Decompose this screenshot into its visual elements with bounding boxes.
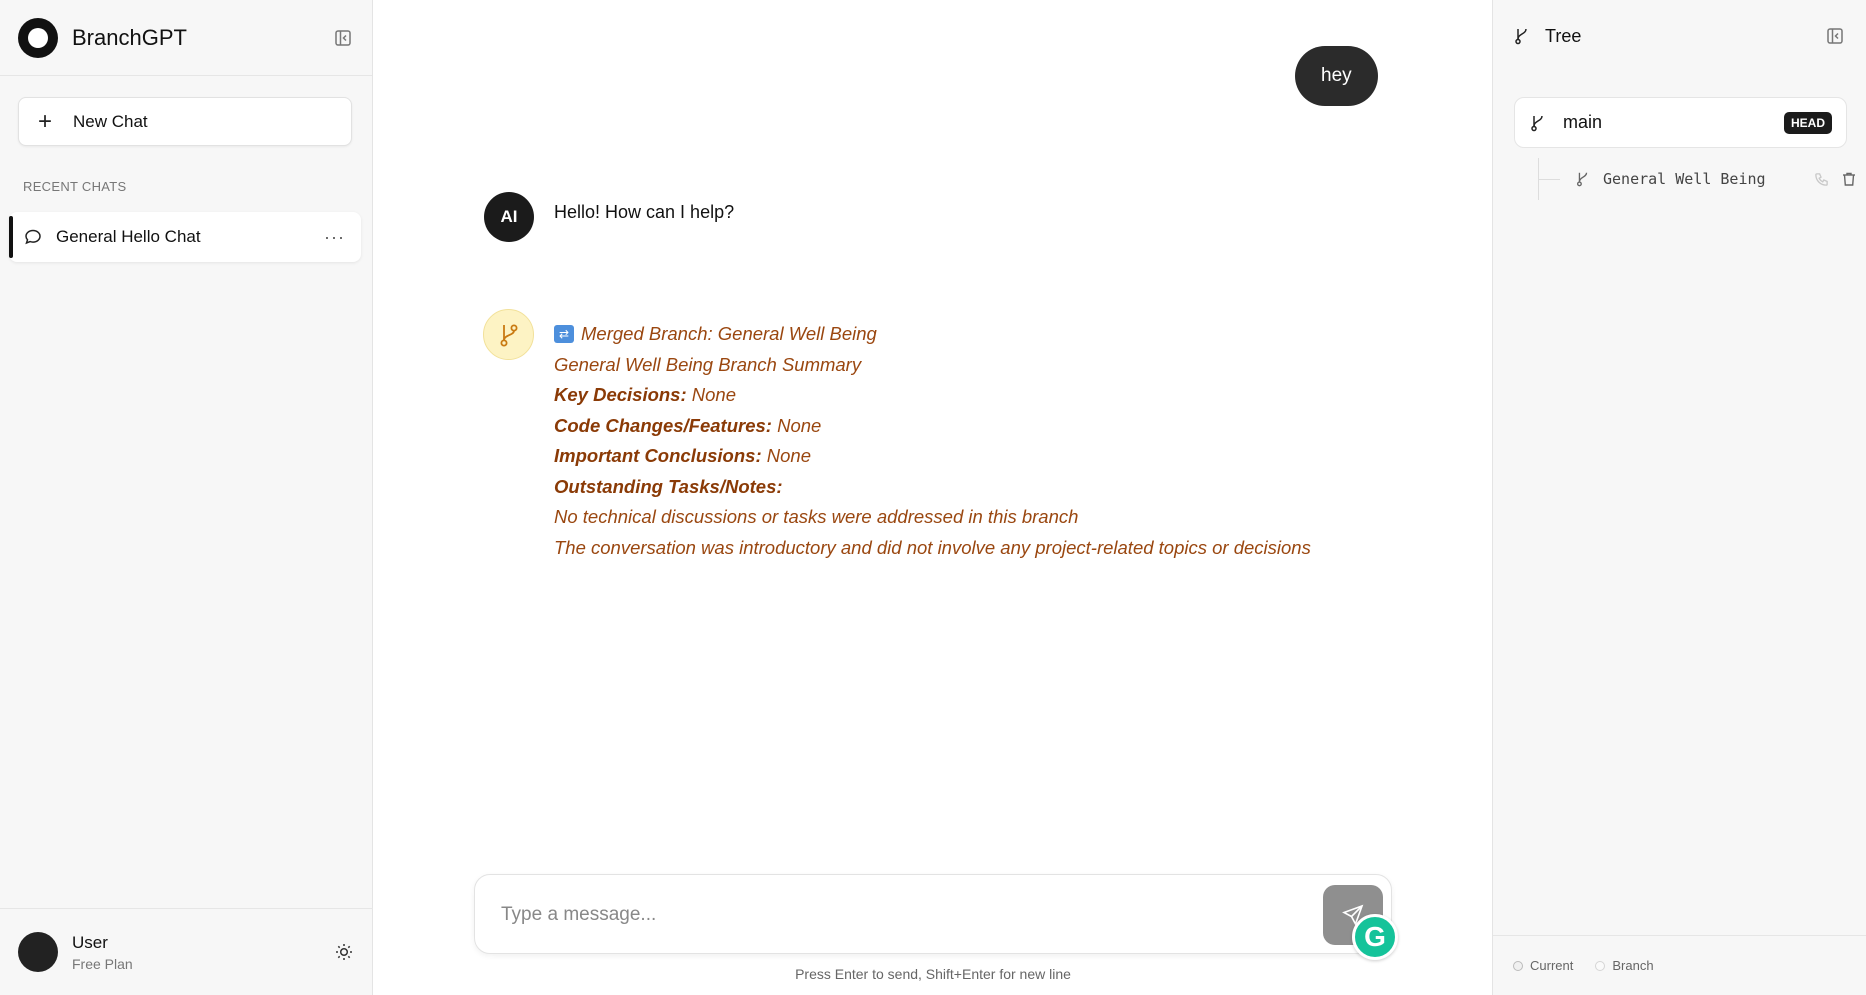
more-icon[interactable]: ···	[324, 227, 345, 248]
message-input[interactable]	[501, 897, 1261, 933]
tree-title: Tree	[1545, 25, 1582, 46]
key-decisions-value: None	[691, 384, 737, 405]
new-chat-label: New Chat	[73, 111, 148, 131]
conclusions-label: Important Conclusions:	[554, 445, 762, 466]
brand-header: BranchGPT	[0, 0, 372, 76]
branch-icon	[1529, 114, 1547, 132]
tree-collapse-icon[interactable]	[1824, 25, 1846, 47]
recent-chats-heading: RECENT CHATS	[23, 179, 127, 194]
sun-icon[interactable]	[333, 941, 355, 963]
chat-title: General Hello Chat	[56, 227, 201, 246]
app-logo	[18, 17, 58, 58]
merge-title: Merged Branch: General Well Being	[581, 323, 877, 344]
avatar[interactable]	[18, 932, 58, 972]
new-chat-button[interactable]: + New Chat	[18, 97, 352, 146]
branch-icon	[1513, 27, 1531, 45]
legend-current: Current	[1513, 958, 1573, 973]
user-plan: Free Plan	[72, 955, 133, 972]
message-composer	[474, 874, 1392, 954]
code-changes-label: Code Changes/Features:	[554, 414, 772, 436]
user-message-bubble: hey	[1295, 46, 1378, 106]
merge-badge-icon: ⇄	[554, 325, 574, 344]
user-profile: User Free Plan	[0, 908, 373, 995]
tree-panel: Tree main HEAD General Well Being Curren…	[1492, 0, 1866, 995]
phone-icon[interactable]	[1814, 172, 1829, 187]
grammarly-icon[interactable]: G	[1352, 914, 1398, 960]
legend-branch-label: Branch	[1612, 958, 1654, 973]
merge-summary-title: General Well Being Branch Summary	[554, 353, 862, 375]
legend-branch: Branch	[1595, 958, 1654, 973]
tasks-label: Outstanding Tasks/Notes:	[554, 475, 783, 497]
child-branch-label: General Well Being	[1603, 170, 1766, 188]
code-changes-value: None	[777, 414, 822, 436]
conclusions-value: None	[766, 445, 811, 466]
app-name: BranchGPT	[72, 24, 187, 50]
head-badge: HEAD	[1783, 111, 1832, 134]
chat-list-item[interactable]: General Hello Chat ···	[9, 212, 361, 262]
note-2: The conversation was introductory and di…	[554, 536, 1311, 558]
ai-avatar: AI	[484, 192, 534, 242]
tree-header: Tree	[1493, 0, 1866, 72]
chat-area: hey AI Hello! How can I help? ⇄ Merged B…	[374, 0, 1492, 995]
merge-icon	[483, 309, 534, 360]
left-sidebar: BranchGPT + New Chat RECENT CHATS Genera…	[0, 0, 373, 995]
legend-current-label: Current	[1530, 958, 1574, 973]
sidebar-collapse-icon[interactable]	[332, 27, 354, 49]
chat-bubble-icon	[24, 228, 42, 246]
branch-icon	[1575, 171, 1591, 187]
composer-hint: Press Enter to send, Shift+Enter for new…	[795, 966, 1071, 982]
key-decisions-label: Key Decisions:	[554, 384, 687, 405]
merge-summary: ⇄ Merged Branch: General Well Being Gene…	[554, 319, 1311, 563]
user-info: User Free Plan	[72, 933, 133, 972]
user-name: User	[72, 932, 108, 952]
main-branch-label: main	[1563, 112, 1603, 132]
ai-message-text: Hello! How can I help?	[554, 202, 735, 222]
plus-icon: +	[37, 107, 52, 135]
tree-node-general-well-being[interactable]: General Well Being	[1575, 166, 1865, 192]
tree-node-main[interactable]: main HEAD	[1514, 97, 1847, 148]
trash-icon[interactable]	[1841, 171, 1857, 187]
tree-connector	[1538, 179, 1560, 180]
note-1: No technical discussions or tasks were a…	[554, 506, 1079, 527]
merge-message: ⇄ Merged Branch: General Well Being Gene…	[483, 309, 1311, 563]
ai-message: AI Hello! How can I help?	[484, 192, 734, 242]
tree-legend: Current Branch	[1493, 935, 1866, 995]
